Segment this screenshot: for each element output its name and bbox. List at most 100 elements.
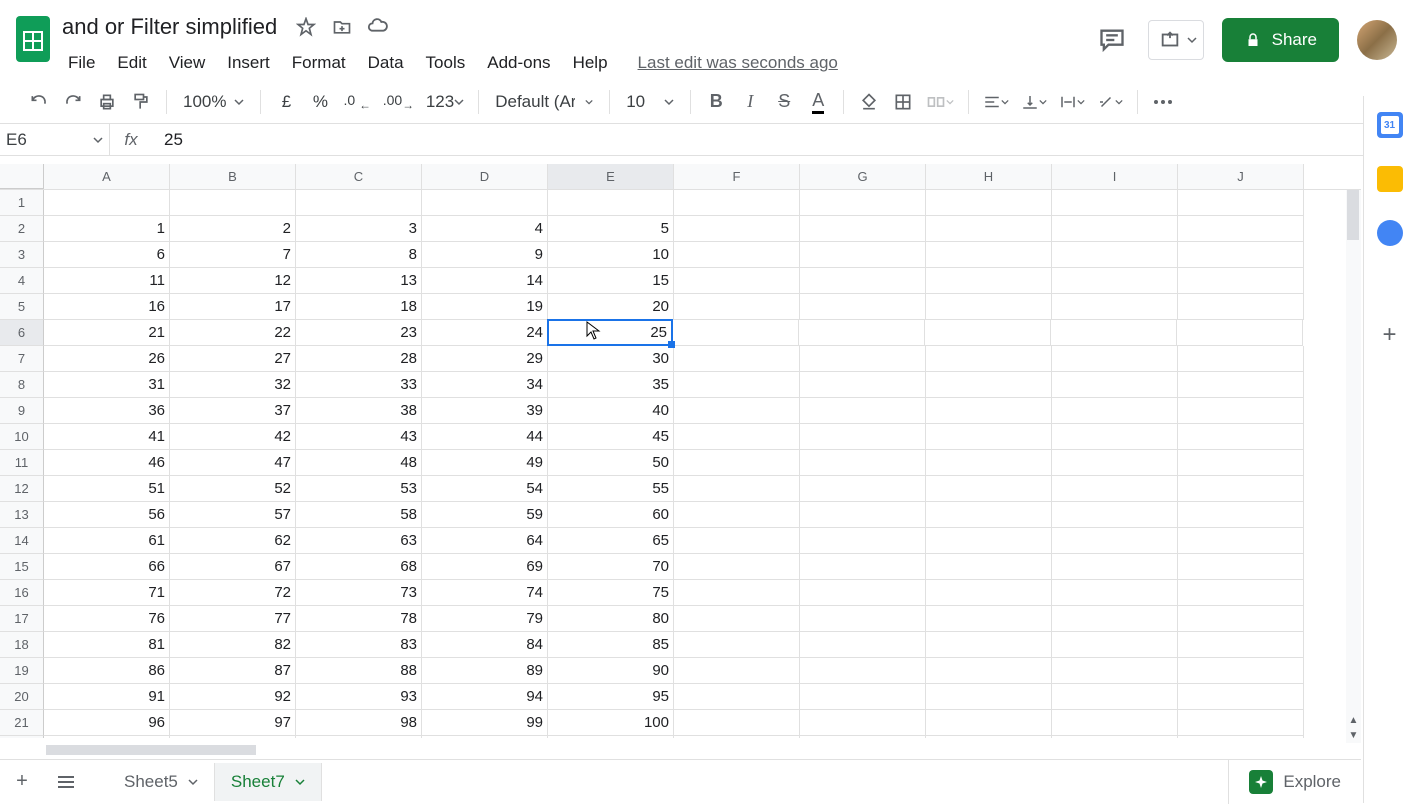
strikethrough-button[interactable]: S — [769, 87, 799, 117]
cell[interactable]: 27 — [170, 346, 296, 372]
cell[interactable] — [674, 242, 800, 268]
cell[interactable] — [1052, 632, 1178, 658]
cell[interactable] — [800, 424, 926, 450]
cell[interactable] — [1052, 684, 1178, 710]
cell[interactable]: 4 — [422, 216, 548, 242]
cell[interactable]: 72 — [170, 580, 296, 606]
cell[interactable]: 33 — [296, 372, 422, 398]
cell[interactable]: 58 — [296, 502, 422, 528]
calendar-icon[interactable]: 31 — [1377, 112, 1403, 138]
cell[interactable] — [926, 736, 1052, 738]
cell[interactable] — [926, 450, 1052, 476]
cell[interactable]: 15 — [548, 268, 674, 294]
row-header[interactable]: 5 — [0, 294, 44, 320]
cell[interactable]: 39 — [422, 398, 548, 424]
cell[interactable]: 99 — [422, 710, 548, 736]
cell[interactable]: 13 — [296, 268, 422, 294]
cell[interactable]: 54 — [422, 476, 548, 502]
cell[interactable] — [674, 424, 800, 450]
menu-insert[interactable]: Insert — [217, 49, 280, 77]
cell[interactable] — [1052, 710, 1178, 736]
cell[interactable]: 12 — [170, 268, 296, 294]
column-header-b[interactable]: B — [170, 164, 296, 189]
cell[interactable]: 69 — [422, 554, 548, 580]
cell[interactable]: 68 — [296, 554, 422, 580]
last-edit-link[interactable]: Last edit was seconds ago — [638, 53, 838, 73]
cell[interactable] — [1178, 632, 1304, 658]
horizontal-scrollbar[interactable] — [6, 743, 266, 757]
cell[interactable] — [674, 372, 800, 398]
account-avatar[interactable] — [1357, 20, 1397, 60]
cell[interactable] — [1052, 528, 1178, 554]
cell[interactable]: 26 — [44, 346, 170, 372]
cell[interactable]: 20 — [548, 294, 674, 320]
cell[interactable]: 98 — [296, 710, 422, 736]
cell[interactable] — [1052, 580, 1178, 606]
cell[interactable] — [674, 346, 800, 372]
scrollbar-thumb[interactable] — [1347, 190, 1359, 240]
doc-title[interactable]: and or Filter simplified — [58, 12, 281, 42]
cell[interactable] — [1178, 268, 1304, 294]
sheet-tab-sheet7[interactable]: Sheet7 — [215, 763, 322, 801]
cell[interactable]: 50 — [548, 450, 674, 476]
cell[interactable]: 62 — [170, 528, 296, 554]
cell[interactable]: 96 — [44, 710, 170, 736]
cell[interactable] — [926, 502, 1052, 528]
cell[interactable]: 80 — [548, 606, 674, 632]
cell[interactable]: 6 — [44, 242, 170, 268]
cell[interactable] — [800, 216, 926, 242]
cell[interactable]: 37 — [170, 398, 296, 424]
cell[interactable] — [1178, 372, 1304, 398]
cell[interactable]: 43 — [296, 424, 422, 450]
cell[interactable]: 35 — [548, 372, 674, 398]
cell[interactable] — [1178, 190, 1304, 216]
cell[interactable] — [926, 476, 1052, 502]
cell[interactable] — [1178, 398, 1304, 424]
row-header[interactable]: 9 — [0, 398, 44, 424]
scrollbar-thumb[interactable] — [46, 745, 256, 755]
row-header[interactable]: 11 — [0, 450, 44, 476]
paint-format-button[interactable] — [126, 87, 156, 117]
more-button[interactable] — [1148, 87, 1178, 117]
cell[interactable] — [800, 242, 926, 268]
cell[interactable]: 18 — [296, 294, 422, 320]
cell[interactable]: 30 — [548, 346, 674, 372]
cell[interactable]: 67 — [170, 554, 296, 580]
cell[interactable]: 102 — [170, 736, 296, 738]
cell[interactable] — [800, 632, 926, 658]
cell[interactable] — [170, 190, 296, 216]
cell[interactable]: 38 — [296, 398, 422, 424]
cell[interactable] — [1178, 684, 1304, 710]
cell[interactable] — [1052, 268, 1178, 294]
borders-button[interactable] — [888, 87, 918, 117]
cell[interactable] — [926, 216, 1052, 242]
cell[interactable]: 90 — [548, 658, 674, 684]
cell[interactable] — [674, 528, 800, 554]
cell[interactable]: 21 — [44, 320, 170, 346]
cell[interactable]: 46 — [44, 450, 170, 476]
menu-file[interactable]: File — [58, 49, 105, 77]
cell[interactable] — [674, 684, 800, 710]
column-header-e[interactable]: E — [548, 164, 674, 189]
cell[interactable] — [1051, 320, 1177, 346]
cell[interactable] — [674, 216, 800, 242]
cell[interactable] — [1052, 476, 1178, 502]
cell[interactable] — [926, 242, 1052, 268]
cell[interactable]: 85 — [548, 632, 674, 658]
cell[interactable]: 104 — [422, 736, 548, 738]
cell[interactable] — [1052, 736, 1178, 738]
cell[interactable] — [296, 190, 422, 216]
cell[interactable]: 51 — [44, 476, 170, 502]
cell[interactable] — [44, 190, 170, 216]
cell[interactable] — [926, 710, 1052, 736]
cell[interactable]: 75 — [548, 580, 674, 606]
cell[interactable] — [800, 710, 926, 736]
zoom-select[interactable]: 100% — [177, 92, 250, 112]
redo-button[interactable] — [58, 87, 88, 117]
cell[interactable]: 61 — [44, 528, 170, 554]
cell[interactable] — [1178, 658, 1304, 684]
name-box[interactable]: E6 — [0, 124, 110, 155]
cell[interactable]: 89 — [422, 658, 548, 684]
cell[interactable] — [800, 476, 926, 502]
cell[interactable]: 55 — [548, 476, 674, 502]
